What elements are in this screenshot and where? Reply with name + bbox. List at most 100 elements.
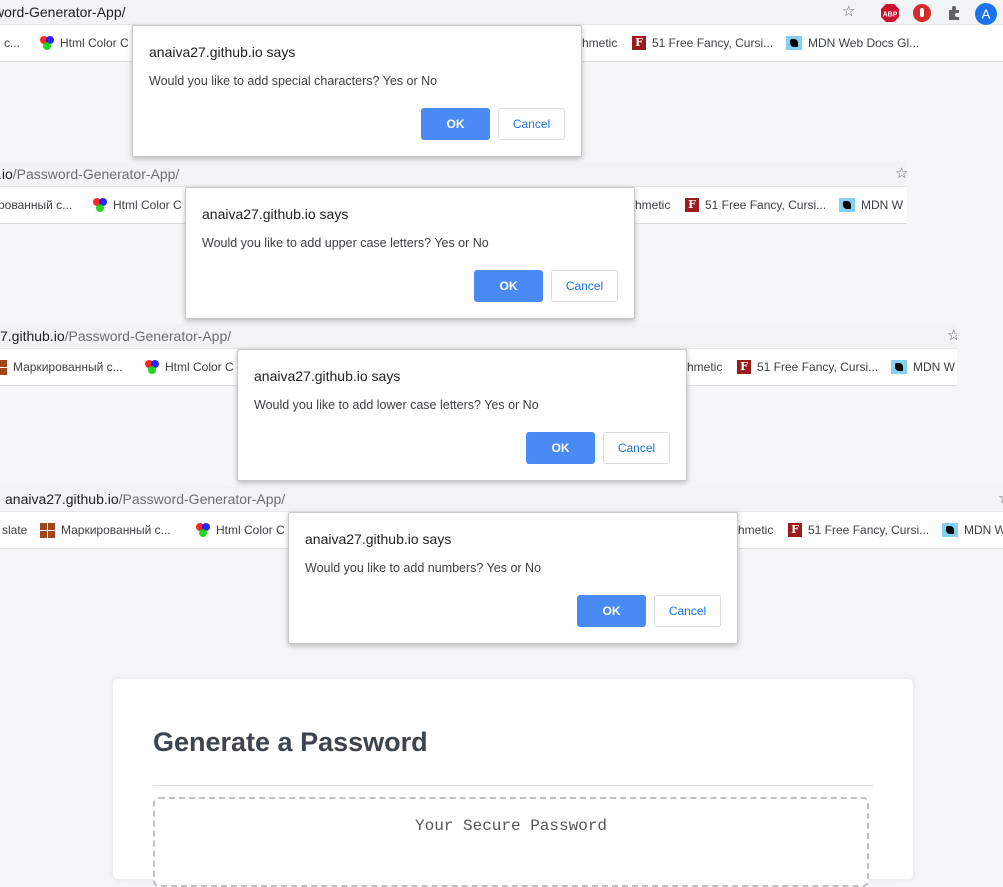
bookmark-star-icon[interactable]: ☆ [998,487,1003,511]
bookmark-arithmetic[interactable]: hmetic [582,25,617,61]
url-path: /Password-Generator-App/ [118,491,286,507]
alert-dialog-numbers: anaiva27.github.io says Would you like t… [288,512,738,644]
font-f-icon: F [685,198,699,212]
ok-button[interactable]: OK [526,432,595,464]
abp-label: ABP [883,12,898,19]
bookmark-label: Html Color C [165,360,234,374]
brick-icon [40,522,55,538]
extensions-puzzle-icon[interactable] [944,2,964,24]
dialog-message: Would you like to add lower case letters… [254,398,539,412]
bookmark-label: рованный с... [0,198,73,212]
bookmark-label: Маркированный с... [61,523,171,537]
alert-dialog-special-chars: anaiva27.github.io says Would you like t… [132,25,582,157]
dialog-message: Would you like to add upper case letters… [202,236,489,250]
bookmark-label: 51 Free Fancy, Cursi... [705,198,827,212]
color-wheel-icon [40,36,54,50]
bookmark-label: Маркированный с... [13,360,123,374]
dialog-title: anaiva27.github.io says [202,206,349,222]
dialog-message: Would you like to add special characters… [149,74,438,88]
mdn-dino-icon [891,360,907,374]
bookmark-mdn[interactable]: MDN W [891,349,955,385]
bookmark-item[interactable]: i c... [0,25,20,61]
bookmark-label: hmetic [635,198,671,212]
bookmark-fancy-fonts[interactable]: F 51 Free Fancy, Cursi... [685,187,826,223]
address-bar[interactable]: 7.github.io/Password-Generator-App/ ☆ [0,324,957,349]
url-host: anaiva27.github.io [5,491,119,507]
color-wheel-icon [93,198,107,212]
bookmark-label: MDN W [913,360,955,374]
bookmark-label: Html Color C [60,36,129,50]
cancel-button[interactable]: Cancel [498,108,565,140]
password-output[interactable] [153,797,869,887]
bookmark-htmlcolor[interactable]: Html Color C [145,349,234,385]
bookmark-label: Html Color C [113,198,182,212]
mdn-dino-icon [839,198,855,212]
bookmark-mdn[interactable]: MDN Web Docs Gl... [786,25,919,61]
bookmark-label: MDN W [861,198,903,212]
alert-dialog-lower-case: anaiva27.github.io says Would you like t… [237,349,687,481]
page-title: Generate a Password [153,727,428,757]
bookmark-label: Html Color C [216,523,285,537]
bookmark-fancy-fonts[interactable]: F 51 Free Fancy, Cursi... [632,25,773,61]
bookmark-label: 51 Free Fancy, Cursi... [808,523,930,537]
avatar-letter: A [982,7,991,22]
bookmark-marked[interactable]: Маркированный с... [0,349,123,385]
bookmark-star-icon[interactable]: ☆ [947,324,957,348]
color-wheel-icon [145,360,159,374]
bookmark-arithmetic[interactable]: hmetic [687,349,722,385]
cancel-button[interactable]: Cancel [654,595,721,627]
address-bar[interactable]: anaiva27.github.io/Password-Generator-Ap… [0,487,1003,512]
bookmark-label: MDN W [964,523,1003,537]
address-bar[interactable]: .io/Password-Generator-App/ ☆ [0,162,907,187]
ok-button[interactable]: OK [474,270,543,302]
bookmark-mdn[interactable]: MDN W [942,512,1003,548]
bookmark-star-icon[interactable]: ☆ [895,162,907,186]
mdn-dino-icon [942,523,958,537]
alert-dialog-upper-case: anaiva27.github.io says Would you like t… [185,187,635,319]
bookmark-htmlcolor[interactable]: Html Color C [93,187,182,223]
dialog-title: anaiva27.github.io says [305,531,452,547]
font-f-icon: F [632,36,646,50]
profile-avatar[interactable]: A [974,2,998,26]
bookmark-label: MDN Web Docs Gl... [808,36,920,50]
ok-button[interactable]: OK [421,108,490,140]
bookmark-label: 51 Free Fancy, Cursi... [652,36,774,50]
cancel-button[interactable]: Cancel [603,432,670,464]
url-path: /Password-Generator-App/ [64,328,232,344]
mdn-dino-icon [786,36,802,50]
bookmark-label: hmetic [582,36,618,50]
url-host: 7.github.io [0,328,65,344]
address-bar[interactable]: word-Generator-App/ ☆ [0,0,1003,25]
bookmark-label: 51 Free Fancy, Cursi... [757,360,879,374]
url-text: word-Generator-App/ [0,4,126,20]
ublock-icon[interactable] [911,2,933,24]
bookmark-htmlcolor[interactable]: Html Color C [40,25,129,61]
dialog-title: anaiva27.github.io says [254,368,401,384]
cancel-button[interactable]: Cancel [551,270,618,302]
bookmark-label: hmetic [687,360,723,374]
bookmark-item[interactable]: рованный с... [0,187,72,223]
bookmark-label: slate [2,523,28,537]
font-f-icon: F [737,360,751,374]
bookmark-translate[interactable]: slate [2,512,27,548]
adblock-plus-icon[interactable]: ABP [879,2,901,24]
url-path: /Password-Generator-App/ [12,166,180,182]
bookmark-arithmetic[interactable]: hmetic [635,187,670,223]
bookmark-marked[interactable]: Маркированный с... [40,512,171,548]
bookmark-label: i c... [0,36,21,50]
url-host: .io [0,166,13,182]
font-f-icon: F [788,523,802,537]
bookmark-fancy-fonts[interactable]: F 51 Free Fancy, Cursi... [788,512,929,548]
password-generator-card: Generate a Password [113,679,913,887]
color-wheel-icon [196,523,210,537]
bookmark-htmlcolor[interactable]: Html Color C [196,512,285,548]
bookmark-label: hmetic [738,523,774,537]
brick-icon [0,359,7,375]
bookmark-mdn[interactable]: MDN W [839,187,903,223]
bookmark-star-icon[interactable]: ☆ [842,0,855,24]
dialog-message: Would you like to add numbers? Yes or No [305,561,542,575]
bookmark-fancy-fonts[interactable]: F 51 Free Fancy, Cursi... [737,349,878,385]
ok-button[interactable]: OK [577,595,646,627]
divider [153,785,873,786]
bookmark-arithmetic[interactable]: hmetic [738,512,773,548]
